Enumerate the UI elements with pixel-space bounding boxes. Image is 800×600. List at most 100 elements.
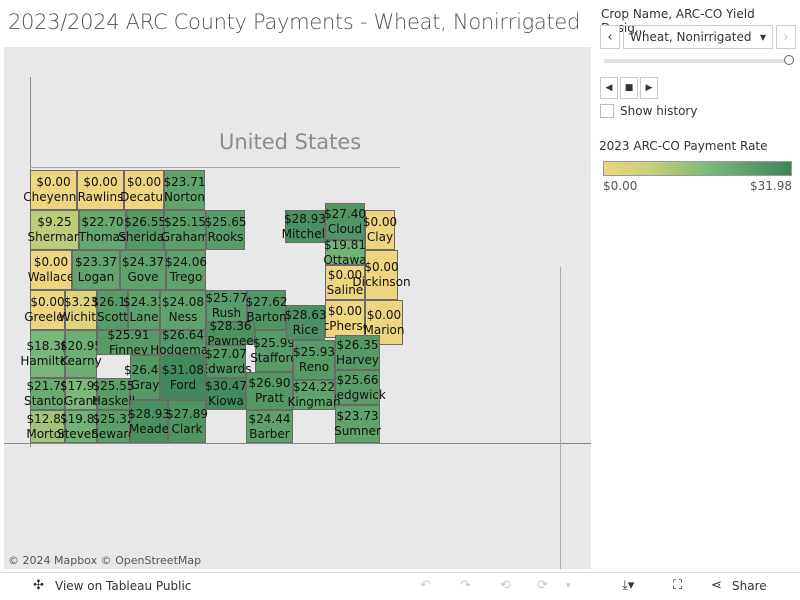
page-slider[interactable] (604, 55, 794, 65)
redo-icon[interactable]: ↷ (460, 578, 471, 593)
pause-dropdown-icon[interactable]: ▾ (566, 581, 571, 591)
county-clark[interactable]: $27.89 Clark (166, 400, 208, 443)
county-name: Trego (169, 270, 203, 284)
county-wallace[interactable]: $0.00 Wallace (27, 250, 75, 290)
county-name: Rooks (207, 230, 244, 244)
county-value: $28.93 (128, 406, 170, 421)
show-history-checkbox[interactable] (600, 104, 614, 118)
crop-dropdown[interactable]: Wheat, Nonirrigated ▾ (623, 25, 773, 49)
share-icon[interactable]: ⋖ (711, 578, 722, 593)
show-history-label[interactable]: Show history (620, 104, 697, 118)
county-value: $23.71 (163, 175, 206, 189)
county-value: $26.35 (336, 337, 379, 352)
county-name: Cloud (327, 221, 363, 236)
legend-title: 2023 ARC-CO Payment Rate (599, 139, 768, 153)
county-dickinson[interactable]: $0.00 Dickinson (352, 250, 411, 300)
county-name: Clay (366, 230, 394, 244)
county-sumner[interactable]: $23.73 Sumner (334, 405, 381, 443)
map-attribution[interactable]: © 2024 Mapbox © OpenStreetMap (8, 554, 201, 567)
next-button[interactable]: › (776, 25, 796, 49)
county-harvey[interactable]: $26.35 Harvey (335, 335, 380, 370)
view-on-tableau-link[interactable]: View on Tableau Public (55, 579, 191, 593)
county-value: $0.00 (36, 175, 71, 189)
county-name: Barber (249, 426, 290, 441)
county-value: $25.93 (293, 345, 335, 359)
county-rice[interactable]: $28.63 Rice (284, 305, 327, 340)
county-sherman[interactable]: $9.25 Sherman (28, 210, 82, 250)
fullscreen-icon[interactable]: ⛶ (673, 578, 682, 593)
county-value: $25.65 (204, 215, 247, 229)
county-name: Harvey (336, 352, 379, 367)
county-ottawa[interactable]: $19.81 Ottawa (323, 238, 366, 267)
county-edwards[interactable]: $27.07 Edwards (201, 345, 251, 378)
county-rush[interactable]: $25.77 Rush (206, 290, 248, 322)
county-kingman[interactable]: $24.22 Kingman (287, 380, 341, 410)
prev-button[interactable]: ‹ (600, 25, 620, 49)
county-gove[interactable]: $24.37 Gove (120, 250, 166, 290)
stop-button[interactable]: ■ (620, 77, 638, 99)
county-rawlins[interactable]: $0.00 Rawlins (77, 170, 124, 210)
county-rooks[interactable]: $25.65 Rooks (204, 210, 247, 250)
refresh-icon[interactable]: ⟳ (537, 578, 548, 593)
county-mcpherson[interactable]: $0.00 McPherson (312, 300, 378, 338)
county-cheyenne[interactable]: $0.00 Cheyenne (23, 170, 84, 210)
dashboard-title: 2023/2024 ARC County Payments - Wheat, N… (8, 10, 581, 34)
county-lane[interactable]: $24.33 Lane (123, 290, 165, 330)
county-trego[interactable]: $24.06 Trego (165, 250, 207, 290)
county-mitchell[interactable]: $28.93 Mitchell (282, 210, 328, 243)
county-name: Edwards (200, 361, 252, 376)
county-name: Cheyenne (23, 190, 84, 204)
county-kearny[interactable]: $20.95 Kearny (60, 330, 102, 378)
download-icon[interactable]: ⤓▾ (622, 578, 634, 593)
share-button[interactable]: Share (732, 579, 767, 593)
legend-max: $31.98 (750, 179, 792, 193)
stop-icon: ■ (624, 83, 634, 93)
county-name: Sumner (334, 424, 381, 438)
county-reno[interactable]: $25.93 Reno (293, 340, 335, 380)
county-name: Ford (169, 377, 197, 392)
undo-icon[interactable]: ↶ (420, 578, 431, 593)
step-forward-button[interactable]: ▶ (640, 77, 658, 99)
county-name: Norton (164, 190, 205, 204)
slider-handle[interactable] (784, 55, 794, 65)
county-meade[interactable]: $28.93 Meade (128, 400, 170, 443)
county-ness[interactable]: $24.08 Ness (160, 290, 206, 330)
county-kiowa[interactable]: $30.47 Kiowa (205, 378, 247, 410)
county-sedgwick[interactable]: $25.66 Sedgwick (329, 370, 386, 405)
county-ford[interactable]: $31.08 Ford (160, 355, 206, 400)
map[interactable]: United States Kansas $0.00Cheyenne$0.00R… (4, 47, 591, 569)
dropdown-value: Wheat, Nonirrigated (630, 30, 752, 44)
county-clay[interactable]: $0.00 Clay (363, 210, 397, 250)
county-seward[interactable]: $25.32 Seward (91, 410, 136, 443)
county-name: Mitchell (281, 226, 329, 241)
county-name: Kearny (60, 354, 102, 368)
county-cloud[interactable]: $27.40 Cloud (324, 203, 366, 240)
county-name: Dickinson (352, 275, 411, 289)
legend-min: $0.00 (603, 179, 638, 193)
county-name: Gray (130, 377, 160, 392)
county-value: $23.73 (336, 409, 379, 423)
county-value: $24.37 (122, 255, 164, 269)
county-name: Meade (128, 421, 170, 436)
county-name: Logan (77, 270, 115, 284)
county-value: $28.63 (284, 307, 327, 322)
color-legend-bar (603, 161, 792, 176)
county-value: $28.93 (284, 211, 326, 226)
county-sheridan[interactable]: $26.55 Sheridan (118, 210, 172, 250)
county-hodgeman[interactable]: $26.64 Hodgeman (150, 328, 216, 357)
revert-icon[interactable]: ⟲ (500, 578, 511, 593)
county-norton[interactable]: $23.71 Norton (163, 170, 206, 210)
county-value: $0.00 (366, 307, 402, 322)
county-pawnee[interactable]: $28.36 Pawnee (206, 319, 255, 348)
county-barber[interactable]: $24.44 Barber (246, 410, 293, 443)
county-graham[interactable]: $25.15 Graham (161, 210, 209, 250)
county-haskell[interactable]: $25.55 Haskell (92, 378, 135, 410)
county-decatur[interactable]: $0.00 Decatur (120, 170, 168, 210)
county-value: $20.95 (60, 339, 102, 353)
county-name: Reno (298, 360, 330, 374)
county-value: $0.00 (33, 255, 69, 269)
step-back-button[interactable]: ◀ (600, 77, 618, 99)
county-name: Wallace (27, 270, 75, 284)
county-pratt[interactable]: $26.90 Pratt (246, 372, 293, 410)
county-logan[interactable]: $23.37 Logan (72, 250, 120, 290)
